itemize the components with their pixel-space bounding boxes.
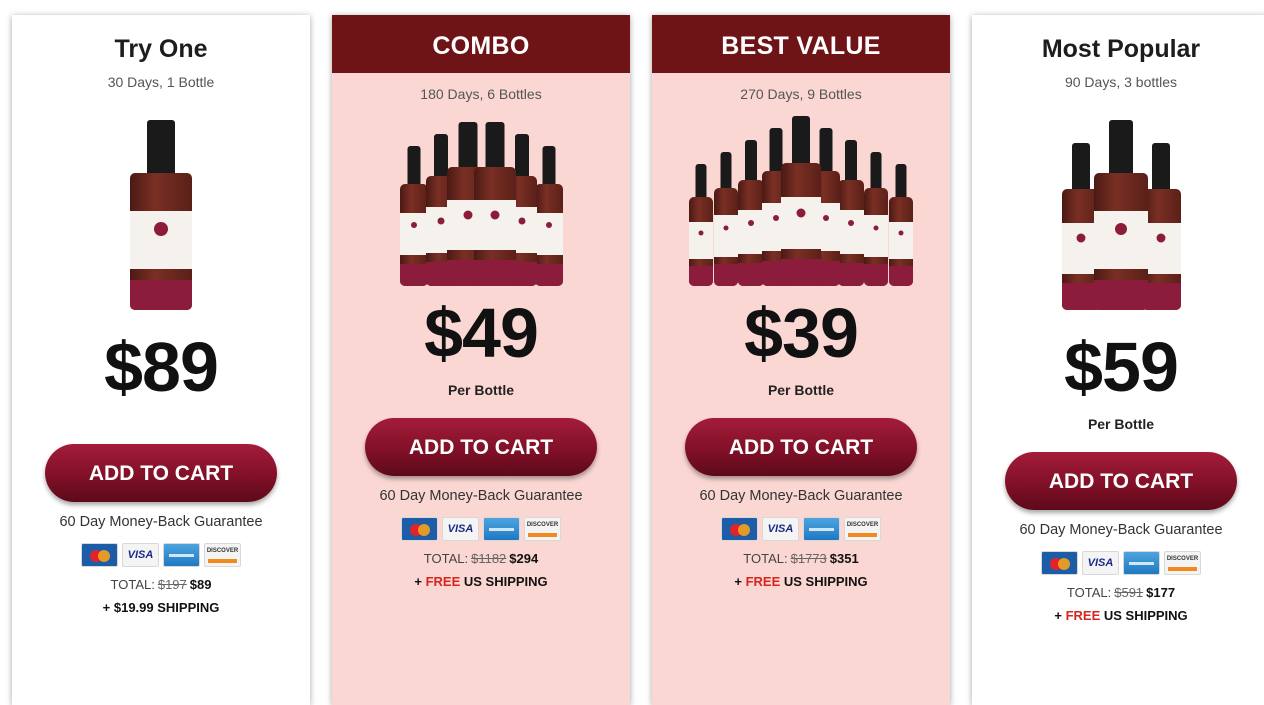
offer-price: $49 <box>424 294 539 372</box>
product-bottles-image <box>386 106 576 286</box>
offer-title-banner: BEST VALUE <box>652 15 950 73</box>
payment-icons: VISA DISCOVER <box>972 551 1264 577</box>
shipping-text: + $19.99 SHIPPING <box>12 600 310 615</box>
visa-icon: VISA <box>122 543 159 567</box>
bottle-icon <box>534 146 563 286</box>
guarantee-text: 60 Day Money-Back Guarantee <box>379 488 583 504</box>
shipping-label: US SHIPPING <box>1103 608 1188 623</box>
shipping-label: $19.99 SHIPPING <box>113 600 220 615</box>
visa-icon: VISA <box>762 517 799 541</box>
payment-icons: VISA DISCOVER <box>652 517 950 543</box>
product-bottles-image <box>116 110 206 310</box>
bottle-icon <box>130 120 192 310</box>
guarantee-text: 60 Day Money-Back Guarantee <box>1019 522 1223 538</box>
total-new-price: $177 <box>1146 585 1176 600</box>
offer-subtitle: 180 Days, 6 Bottles <box>420 86 542 102</box>
amex-icon <box>483 517 520 541</box>
total-new-price: $294 <box>509 551 539 566</box>
bottle-icon <box>1094 120 1148 310</box>
shipping-prefix: + <box>734 574 742 589</box>
total-old-price: $1182 <box>471 551 507 566</box>
shipping-free: FREE <box>425 574 461 589</box>
offer-price: $89 <box>104 328 219 406</box>
add-to-cart-button[interactable]: ADD TO CART <box>1005 452 1237 510</box>
order-total: TOTAL: $591 $177 <box>972 585 1264 600</box>
amex-icon <box>163 543 200 567</box>
total-label: TOTAL: <box>743 551 788 566</box>
visa-icon: VISA <box>442 517 479 541</box>
product-bottles-image <box>1046 110 1196 310</box>
offer-price: $59 <box>1064 328 1179 406</box>
per-bottle-label: Per Bottle <box>1087 416 1155 432</box>
bottle-icon <box>838 140 864 286</box>
shipping-prefix: + <box>102 600 111 615</box>
total-label: TOTAL: <box>110 577 155 592</box>
bottle-icon <box>473 122 516 286</box>
shipping-label: US SHIPPING <box>463 574 548 589</box>
shipping-text: + FREE US SHIPPING <box>972 608 1264 623</box>
order-total: TOTAL: $1182 $294 <box>332 551 630 566</box>
offer-title: Try One <box>114 35 208 63</box>
per-bottle-label: Per Bottle <box>447 382 515 398</box>
payment-icons: VISA DISCOVER <box>12 543 310 569</box>
shipping-prefix: + <box>414 574 422 589</box>
bottle-icon <box>781 116 821 286</box>
shipping-prefix: + <box>1054 608 1062 623</box>
discover-icon: DISCOVER <box>844 517 881 541</box>
offer-subtitle: 90 Days, 3 bottles <box>1064 74 1178 90</box>
amex-icon <box>1123 551 1160 575</box>
mastercard-icon <box>1041 551 1078 575</box>
total-old-price: $1773 <box>790 551 827 566</box>
offer-price: $39 <box>744 294 859 372</box>
offer-card-try-one: Try One 30 Days, 1 Bottle $89 ADD TO CAR… <box>12 15 310 705</box>
offer-subtitle: 30 Days, 1 Bottle <box>107 74 215 90</box>
discover-icon: DISCOVER <box>1164 551 1201 575</box>
visa-icon: VISA <box>1082 551 1119 575</box>
payment-icons: VISA DISCOVER <box>332 517 630 543</box>
add-to-cart-button[interactable]: ADD TO CART <box>45 444 277 502</box>
shipping-label: US SHIPPING <box>783 574 868 589</box>
offer-card-best-value: BEST VALUE 270 Days, 9 Bottles $39 Per B… <box>652 15 950 705</box>
offer-card-most-popular: Most Popular 90 Days, 3 bottles $59 Per … <box>972 15 1264 705</box>
total-old-price: $197 <box>157 577 187 592</box>
shipping-text: + FREE US SHIPPING <box>332 574 630 589</box>
shipping-text: + FREE US SHIPPING <box>652 574 950 589</box>
bottle-icon <box>399 146 428 286</box>
bottle-icon <box>714 152 738 286</box>
shipping-free: FREE <box>745 574 781 589</box>
amex-icon <box>803 517 840 541</box>
guarantee-text: 60 Day Money-Back Guarantee <box>59 514 263 530</box>
total-label: TOTAL: <box>1066 585 1112 600</box>
total-new-price: $89 <box>189 577 212 592</box>
discover-icon: DISCOVER <box>204 543 241 567</box>
total-label: TOTAL: <box>423 551 469 566</box>
bottle-icon <box>689 164 713 286</box>
total-new-price: $351 <box>829 551 859 566</box>
shipping-free: FREE <box>1065 608 1101 623</box>
offer-subtitle: 270 Days, 9 Bottles <box>740 86 862 102</box>
mastercard-icon <box>401 517 438 541</box>
offer-card-combo: COMBO 180 Days, 6 Bottles $49 Per Bottle… <box>332 15 630 705</box>
product-bottles-image <box>681 106 921 286</box>
add-to-cart-button[interactable]: ADD TO CART <box>685 418 917 476</box>
offer-title-banner: COMBO <box>332 15 630 73</box>
mastercard-icon <box>721 517 758 541</box>
total-old-price: $591 <box>1114 585 1144 600</box>
guarantee-text: 60 Day Money-Back Guarantee <box>699 488 903 504</box>
order-total: TOTAL: $197 $89 <box>12 577 310 592</box>
mastercard-icon <box>81 543 118 567</box>
per-bottle-label: Per Bottle <box>767 382 835 398</box>
bottle-icon <box>889 164 913 286</box>
offer-title: Most Popular <box>1041 35 1201 63</box>
add-to-cart-button[interactable]: ADD TO CART <box>365 418 597 476</box>
discover-icon: DISCOVER <box>524 517 561 541</box>
bottle-icon <box>864 152 888 286</box>
order-total: TOTAL: $1773 $351 <box>652 551 950 566</box>
bottle-icon <box>738 140 764 286</box>
